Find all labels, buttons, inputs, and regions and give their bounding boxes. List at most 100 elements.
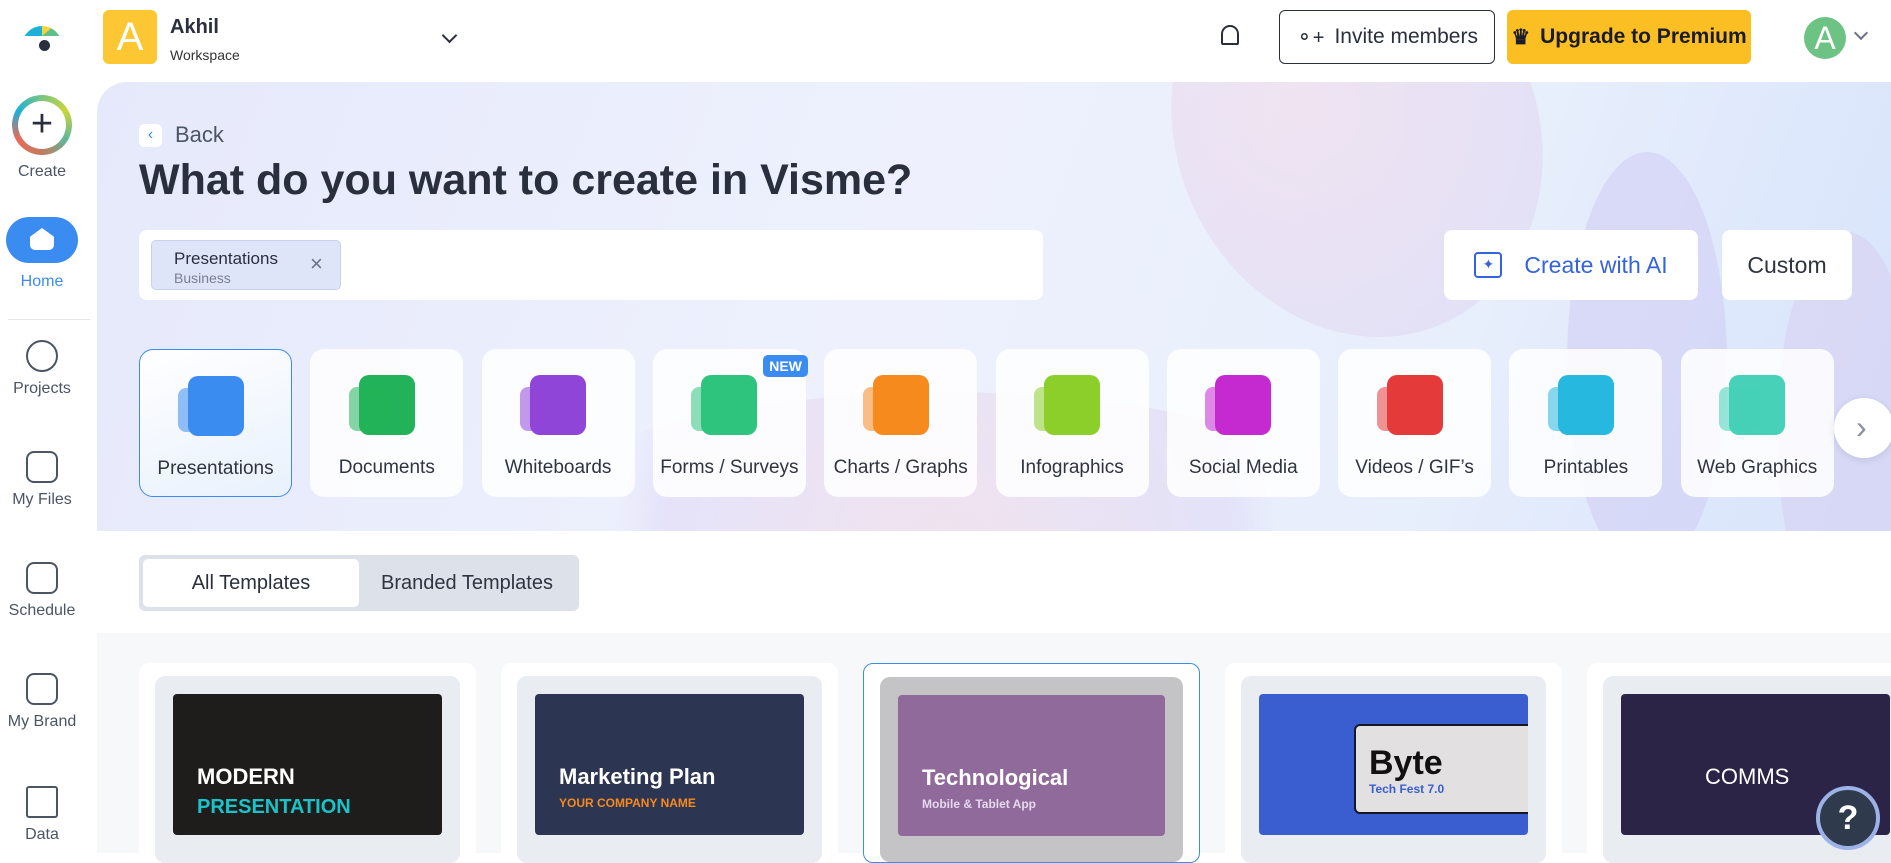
- back-button[interactable]: ‹ Back: [139, 122, 224, 147]
- category-icon: [1205, 375, 1272, 435]
- user-avatar[interactable]: A: [1804, 17, 1846, 59]
- next-arrow-button[interactable]: ›: [1834, 398, 1891, 458]
- sidebar-item-data[interactable]: Data: [0, 786, 84, 844]
- folder-icon: [26, 451, 58, 483]
- template-tabs: All Templates Branded Templates: [139, 555, 579, 611]
- sidebar-item-label: Projects: [13, 380, 71, 397]
- template-title: Byte: [1369, 744, 1443, 782]
- category-label: Documents: [338, 457, 435, 478]
- category-label: Printables: [1543, 457, 1629, 478]
- template-card[interactable]: Marketing Plan YOUR COMPANY NAME: [501, 663, 838, 863]
- category-icon: [520, 375, 587, 435]
- sidebar-item-home-label: Home: [20, 273, 64, 290]
- template-subtitle: Mobile & Tablet App: [922, 797, 1036, 811]
- template-thumbnail: Technological Mobile & Tablet App: [898, 695, 1165, 836]
- template-title: MODERN: [197, 764, 295, 789]
- category-label: Forms / Surveys: [660, 457, 799, 478]
- workspace-avatar: A: [103, 10, 157, 64]
- template-thumbnail: Marketing Plan YOUR COMPANY NAME: [535, 694, 804, 835]
- sidebar-item-my-brand[interactable]: My Brand: [0, 673, 84, 731]
- template-subtitle: Tech Fest 7.0: [1369, 782, 1445, 796]
- category-card[interactable]: Charts / Graphs: [824, 349, 978, 497]
- category-card[interactable]: Web Graphics: [1680, 349, 1834, 497]
- category-label: Videos / GIF’s: [1355, 457, 1474, 478]
- category-label: Charts / Graphs: [833, 457, 968, 478]
- category-card[interactable]: Forms / Surveys NEW: [652, 349, 808, 497]
- template-thumbnail: Byte Tech Fest 7.0: [1259, 694, 1528, 835]
- category-card[interactable]: Social Media: [1166, 349, 1320, 497]
- home-icon: [30, 228, 54, 250]
- category-icon: [1376, 375, 1443, 435]
- category-card[interactable]: Infographics: [995, 349, 1149, 497]
- ai-sparkle-icon: ✦: [1474, 252, 1503, 278]
- create-with-ai-button[interactable]: ✦ Create with AI: [1444, 230, 1698, 300]
- template-title: COMMS: [1705, 764, 1790, 789]
- category-card[interactable]: Printables: [1509, 349, 1663, 497]
- help-button[interactable]: ?: [1816, 786, 1880, 850]
- sidebar-item-label: Schedule: [8, 602, 76, 619]
- tab-branded-templates[interactable]: Branded Templates: [359, 559, 575, 607]
- sidebar-item-home[interactable]: [6, 217, 78, 263]
- category-icon: [348, 375, 415, 435]
- data-icon: [26, 786, 58, 818]
- template-thumbnail: MODERN PRESENTATION: [173, 694, 442, 835]
- category-icon: [862, 375, 929, 435]
- filter-chip[interactable]: Presentations Business ×: [151, 240, 341, 290]
- create-button[interactable]: +: [12, 95, 72, 155]
- sidebar-item-create-label: Create: [17, 163, 67, 180]
- category-label: Presentations: [157, 458, 274, 479]
- sidebar-item-schedule[interactable]: Schedule: [0, 562, 84, 620]
- chevron-left-icon: ‹: [139, 123, 162, 147]
- sidebar-item-my-files[interactable]: My Files: [0, 451, 84, 509]
- crown-icon: ♛: [1511, 25, 1531, 49]
- plus-icon: +: [18, 101, 66, 149]
- bell-icon[interactable]: [1221, 25, 1239, 45]
- upgrade-button[interactable]: ♛ Upgrade to Premium: [1507, 10, 1751, 64]
- visme-logo[interactable]: [22, 22, 66, 54]
- category-icon: [1547, 375, 1614, 435]
- category-icon: [177, 376, 244, 436]
- template-subtitle: YOUR COMPANY NAME: [559, 796, 696, 810]
- category-icon: [1034, 375, 1100, 435]
- sidebar-divider: [8, 319, 90, 320]
- template-card[interactable]: Technological Mobile & Tablet App: [863, 663, 1200, 863]
- category-label: Whiteboards: [504, 457, 612, 478]
- category-card[interactable]: Documents: [310, 349, 464, 497]
- search-input[interactable]: Presentations Business ×: [139, 230, 1043, 300]
- sidebar-item-projects[interactable]: Projects: [0, 340, 84, 398]
- chevron-down-icon: [441, 27, 458, 44]
- calendar-icon: [26, 562, 58, 594]
- template-title: Marketing Plan: [559, 764, 716, 789]
- sidebar-item-label: Data: [25, 826, 59, 843]
- back-label: Back: [175, 122, 224, 147]
- workspace-name: Akhil: [170, 16, 219, 38]
- new-badge: NEW: [763, 355, 808, 377]
- upgrade-label: Upgrade to Premium: [1540, 25, 1747, 48]
- workspace-switcher[interactable]: A Akhil Workspace: [103, 10, 463, 64]
- template-card[interactable]: MODERN PRESENTATION: [139, 663, 476, 863]
- brand-icon: [26, 673, 58, 705]
- category-card[interactable]: Videos / GIF’s: [1338, 349, 1492, 497]
- category-icon: [1719, 375, 1786, 435]
- sidebar-item-label: My Files: [12, 491, 72, 508]
- template-subtitle: PRESENTATION: [197, 796, 351, 818]
- create-ai-label: Create with AI: [1524, 251, 1668, 278]
- add-user-icon: ⚬+: [1296, 26, 1325, 49]
- chip-sublabel: Business: [174, 270, 231, 286]
- tab-all-templates[interactable]: All Templates: [143, 559, 359, 607]
- chevron-down-icon[interactable]: [1853, 25, 1869, 41]
- category-label: Social Media: [1188, 457, 1298, 478]
- invite-members-button[interactable]: ⚬+ Invite members: [1279, 10, 1495, 64]
- close-icon[interactable]: ×: [310, 251, 323, 277]
- template-title: Technological: [922, 765, 1069, 790]
- sidebar-item-label: My Brand: [7, 713, 77, 730]
- category-card[interactable]: Presentations: [139, 349, 292, 497]
- category-icon: [691, 375, 758, 435]
- page-title: What do you want to create in Visme?: [139, 156, 913, 204]
- category-label: Infographics: [1020, 457, 1124, 478]
- category-card[interactable]: Whiteboards: [481, 349, 635, 497]
- template-card[interactable]: Byte Tech Fest 7.0: [1225, 663, 1562, 863]
- custom-button[interactable]: Custom: [1722, 230, 1852, 300]
- workspace-label: Workspace: [170, 47, 240, 63]
- chip-label: Presentations: [174, 249, 278, 268]
